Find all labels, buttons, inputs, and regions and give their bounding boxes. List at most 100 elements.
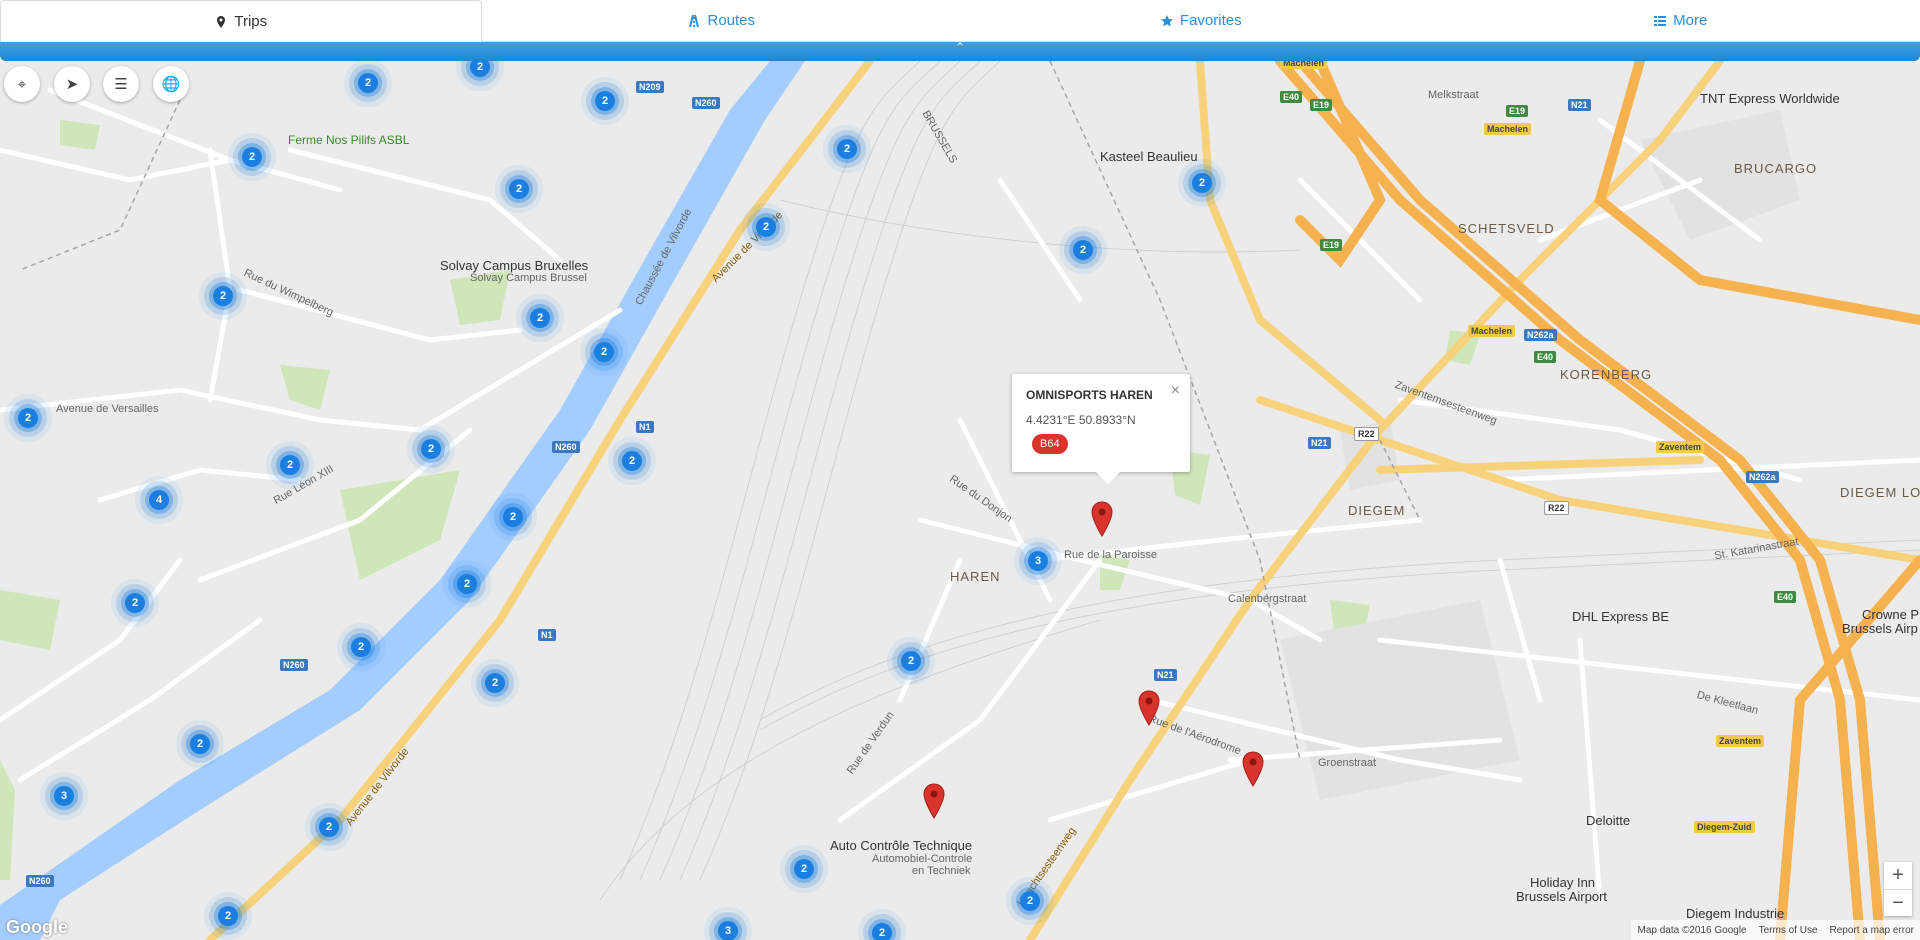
report-error-link[interactable]: Report a map error (1830, 925, 1914, 936)
route-shield: E40 (1774, 591, 1797, 603)
cluster-marker[interactable]: 2 (1073, 240, 1093, 260)
terms-link[interactable]: Terms of Use (1759, 925, 1818, 936)
map-pin-icon[interactable] (923, 783, 945, 819)
route-badge[interactable]: B64 (1032, 434, 1068, 454)
route-shield: N262a (1524, 329, 1557, 341)
cluster-marker[interactable]: 2 (756, 217, 776, 237)
send-button[interactable]: ➤ (54, 66, 90, 102)
route-shield: N260 (280, 659, 308, 671)
route-shield: E19 (1310, 99, 1333, 111)
poi-tnt: TNT Express Worldwide (1700, 91, 1840, 106)
route-shield: N21 (1154, 669, 1177, 681)
route-shield: N209 (636, 81, 664, 93)
zoom-in-button[interactable]: + (1884, 862, 1912, 889)
tab-more-label: More (1673, 12, 1708, 29)
map-pin-icon[interactable] (1138, 690, 1160, 726)
place-label-schetsveld: SCHETSVELD (1458, 221, 1555, 236)
route-shield: E40 (1534, 351, 1557, 363)
cluster-marker[interactable]: 2 (319, 817, 339, 837)
layers-button[interactable]: ☰ (103, 66, 139, 102)
locate-button[interactable]: ⌖ (4, 66, 40, 102)
poi-holiday-2: Brussels Airport (1516, 889, 1608, 904)
crosshair-icon: ⌖ (17, 75, 27, 93)
poi-crowne-1: Crowne Pla (1862, 607, 1920, 622)
cluster-marker[interactable]: 2 (509, 179, 529, 199)
route-shield: N1 (636, 421, 654, 433)
route-shield: R22 (1544, 501, 1569, 515)
tab-favorites-label: Favorites (1179, 12, 1242, 29)
cluster-marker[interactable]: 2 (125, 593, 145, 613)
map-pin-icon[interactable] (1091, 501, 1113, 537)
cluster-marker[interactable]: 2 (190, 734, 210, 754)
globe-icon: 🌐 (161, 76, 181, 93)
cluster-marker[interactable]: 2 (421, 439, 441, 459)
route-shield: E40 (1280, 91, 1303, 103)
cluster-marker[interactable]: 2 (872, 923, 892, 940)
map-pin-icon[interactable] (1242, 751, 1264, 787)
poi-solvay-2: Solvay Campus Brussel (470, 272, 587, 284)
cluster-marker[interactable]: 2 (595, 91, 615, 111)
cluster-marker[interactable]: 2 (622, 451, 642, 471)
google-logo: Google (6, 917, 68, 937)
route-shield: N260 (26, 875, 54, 887)
route-shield: N262a (1746, 471, 1779, 483)
close-icon[interactable]: × (1171, 382, 1180, 400)
road-label-groenstraat: Groenstraat (1318, 757, 1377, 769)
popup-title: OMNISPORTS HAREN (1026, 388, 1153, 402)
cluster-marker[interactable]: 2 (280, 455, 300, 475)
map-data-credit: Map data ©2016 Google (1637, 924, 1747, 936)
zoom-control: + − (1884, 862, 1912, 916)
poi-diegem-industrie: Diegem Industrie (1686, 906, 1785, 921)
cluster-marker[interactable]: 2 (18, 408, 38, 428)
poi-dhl: DHL Express BE (1572, 609, 1670, 624)
cluster-marker[interactable]: 2 (242, 147, 262, 167)
poi-crowne-2: Brussels Airp (1842, 621, 1918, 636)
cluster-marker[interactable]: 2 (594, 342, 614, 362)
road-icon (689, 14, 700, 27)
cluster-marker[interactable]: 2 (1020, 891, 1040, 911)
popup-tail (1096, 472, 1120, 484)
tab-routes[interactable]: Routes (481, 0, 961, 42)
cluster-marker[interactable]: 2 (213, 286, 233, 306)
poi-auto-1: Auto Contrôle Technique (830, 838, 973, 853)
cluster-marker[interactable]: 3 (54, 786, 74, 806)
zoom-out-button[interactable]: − (1884, 889, 1912, 917)
cluster-marker[interactable]: 2 (457, 574, 477, 594)
cluster-marker[interactable]: 2 (530, 308, 550, 328)
cluster-marker[interactable]: 2 (358, 73, 378, 93)
tab-bar: Trips Routes Favorites More (0, 0, 1920, 42)
route-shield: N260 (552, 441, 580, 453)
route-shield: Zaventem (1656, 441, 1705, 453)
tab-trips[interactable]: Trips (0, 0, 482, 42)
send-icon: ➤ (65, 76, 79, 93)
route-shield: Zaventem (1716, 735, 1765, 747)
chevron-up-icon: ⌃ (954, 40, 966, 54)
cluster-marker[interactable]: 2 (351, 637, 371, 657)
tab-more[interactable]: More (1440, 0, 1920, 42)
road-label-melkstraat: Melkstraat (1428, 89, 1479, 101)
poi-kasteel: Kasteel Beaulieu (1100, 149, 1198, 164)
cluster-marker[interactable]: 2 (837, 139, 857, 159)
stop-info-popup: OMNISPORTS HAREN × 4.4231°E 50.8933°N B6… (1012, 374, 1190, 484)
place-label-brucargo: BRUCARGO (1734, 161, 1818, 176)
cluster-marker[interactable]: 2 (1192, 173, 1212, 193)
poi-ferme: Ferme Nos Pilifs ASBL (288, 133, 410, 147)
tab-routes-label: Routes (707, 12, 756, 29)
cluster-marker[interactable]: 2 (503, 507, 523, 527)
collapse-panel-bar[interactable]: ⌃ (0, 40, 1920, 61)
route-shield: N260 (692, 97, 720, 109)
route-shield: Machelen (1280, 61, 1328, 69)
cluster-marker[interactable]: 3 (718, 921, 738, 940)
cluster-marker[interactable]: 3 (1028, 551, 1048, 571)
cluster-marker[interactable]: 4 (149, 490, 169, 510)
cluster-marker[interactable]: 2 (218, 906, 238, 926)
cluster-marker[interactable]: 2 (485, 673, 505, 693)
route-shield: N1 (538, 629, 556, 641)
place-label-haren: HAREN (950, 569, 1001, 584)
map-canvas[interactable]: BRUCARGO SCHETSVELD KORENBERG DIEGEM DIE… (0, 61, 1920, 940)
cluster-marker[interactable]: 2 (794, 859, 814, 879)
cluster-marker[interactable]: 2 (901, 651, 921, 671)
tab-favorites[interactable]: Favorites (961, 0, 1441, 42)
globe-button[interactable]: 🌐 (153, 66, 189, 102)
road-label-versailles: Avenue de Versailles (56, 403, 159, 415)
